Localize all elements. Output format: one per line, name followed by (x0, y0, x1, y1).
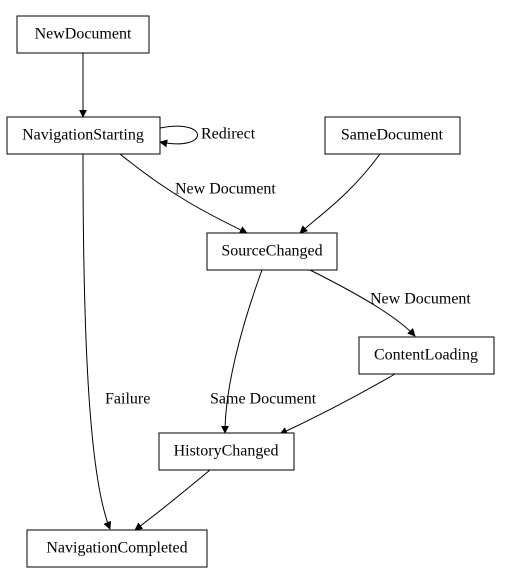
node-sourcechanged-label: SourceChanged (221, 243, 322, 260)
node-contentloading: ContentLoading (359, 337, 494, 374)
edge-samedoc-to-sourcechanged (300, 154, 380, 233)
edge-label-redirect: Redirect (201, 126, 256, 143)
edge-sourcechanged-to-historychanged (225, 270, 262, 433)
edge-navstart-to-navcompleted (83, 154, 110, 529)
node-newdocument: NewDocument (17, 16, 149, 53)
edge-label-failure: Failure (105, 391, 150, 408)
diagram-canvas: Redirect New Document Failure New Docume… (0, 0, 526, 583)
node-navigationcompleted-label: NavigationCompleted (46, 540, 187, 557)
node-navigationcompleted: NavigationCompleted (27, 530, 207, 567)
node-samedocument: SameDocument (325, 117, 460, 154)
edge-label-newdoc1: New Document (175, 181, 276, 198)
node-historychanged: HistoryChanged (159, 433, 294, 470)
node-navigationstarting-label: NavigationStarting (22, 127, 144, 144)
edge-label-newdoc2: New Document (370, 291, 471, 308)
edge-navstart-self-redirect (160, 126, 198, 144)
edge-historychanged-to-navcompleted (135, 470, 210, 530)
node-contentloading-label: ContentLoading (374, 347, 478, 364)
node-navigationstarting: NavigationStarting (7, 117, 160, 154)
node-historychanged-label: HistoryChanged (174, 443, 279, 460)
node-samedocument-label: SameDocument (341, 127, 444, 144)
edge-label-samedocument: Same Document (210, 391, 317, 408)
node-newdocument-label: NewDocument (35, 26, 132, 43)
node-sourcechanged: SourceChanged (207, 233, 337, 270)
